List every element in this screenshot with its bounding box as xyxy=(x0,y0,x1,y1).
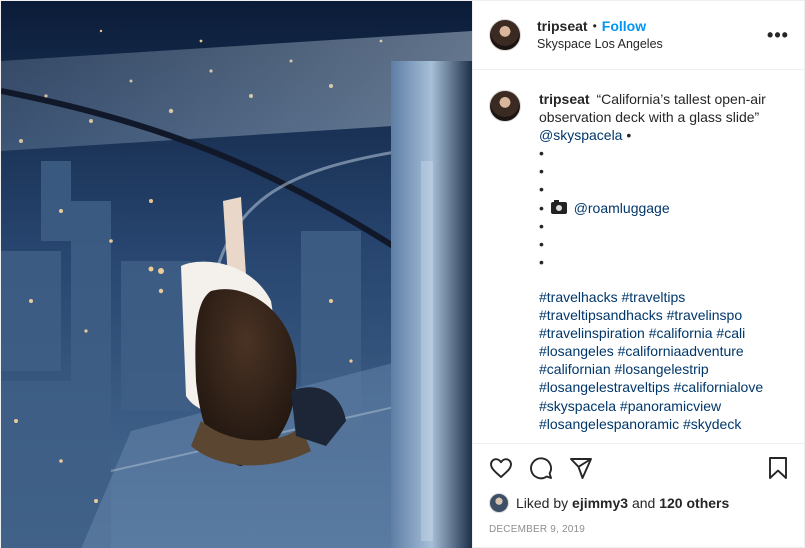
author-row: tripseat • Follow xyxy=(537,17,766,35)
bullet-line: • xyxy=(539,217,544,234)
post-side-panel: tripseat • Follow Skyspace Los Angeles •… xyxy=(472,1,805,548)
likes-others-link[interactable]: 120 others xyxy=(659,495,729,511)
credit-line: • @roamluggage xyxy=(539,199,790,217)
caption-username[interactable]: tripseat xyxy=(539,91,590,107)
post-header: tripseat • Follow Skyspace Los Angeles •… xyxy=(473,1,805,70)
caption-hashtags[interactable]: #travelhacks #traveltips #traveltipsandh… xyxy=(539,288,790,433)
post-container: tripseat • Follow Skyspace Los Angeles •… xyxy=(0,0,805,548)
bullet-line: • xyxy=(539,163,544,180)
bullet-line: • xyxy=(539,181,544,198)
liker-username[interactable]: ejimmy3 xyxy=(572,495,628,511)
comment-button[interactable] xyxy=(529,456,553,480)
share-button[interactable] xyxy=(569,456,593,480)
author-avatar[interactable] xyxy=(489,19,521,51)
follow-button[interactable]: Follow xyxy=(602,17,646,35)
credit-bullet: • xyxy=(539,199,544,216)
save-button[interactable] xyxy=(766,456,790,480)
like-button[interactable] xyxy=(489,456,513,480)
caption-bullet: • xyxy=(626,127,632,144)
author-username[interactable]: tripseat xyxy=(537,17,588,35)
caption-avatar[interactable] xyxy=(489,90,521,122)
bookmark-icon xyxy=(769,457,787,479)
author-info: tripseat • Follow Skyspace Los Angeles xyxy=(537,17,766,53)
comment-icon xyxy=(530,457,552,480)
paper-plane-icon xyxy=(570,458,592,479)
action-bar xyxy=(489,444,790,492)
more-options-icon[interactable]: ••• xyxy=(766,23,790,47)
post-date[interactable]: December 9, 2019 xyxy=(489,524,790,535)
heart-icon xyxy=(490,458,512,478)
post-footer: Liked by ejimmy3 and 120 others December… xyxy=(473,443,805,548)
likes-middle: and xyxy=(631,495,656,511)
bullet-line: • xyxy=(539,145,544,162)
liker-avatar[interactable] xyxy=(489,493,509,513)
separator-dot: • xyxy=(592,19,597,33)
likes-summary: Liked by ejimmy3 and 120 others xyxy=(489,492,790,514)
caption-body: tripseat “California’s tallest open-air … xyxy=(539,90,790,433)
comments-section: tripseat “California’s tallest open-air … xyxy=(473,70,805,443)
post-photo[interactable] xyxy=(1,1,472,548)
photo-illustration xyxy=(1,1,472,548)
location-link[interactable]: Skyspace Los Angeles xyxy=(537,35,766,53)
bullet-line: • xyxy=(539,253,544,270)
photo-credit-mention[interactable]: @roamluggage xyxy=(574,200,670,216)
bullet-line: • xyxy=(539,235,544,252)
camera-icon xyxy=(550,199,567,214)
caption-mention[interactable]: @skyspacela xyxy=(539,127,622,143)
caption: tripseat “California’s tallest open-air … xyxy=(489,90,790,433)
likes-prefix: Liked by xyxy=(516,495,569,511)
